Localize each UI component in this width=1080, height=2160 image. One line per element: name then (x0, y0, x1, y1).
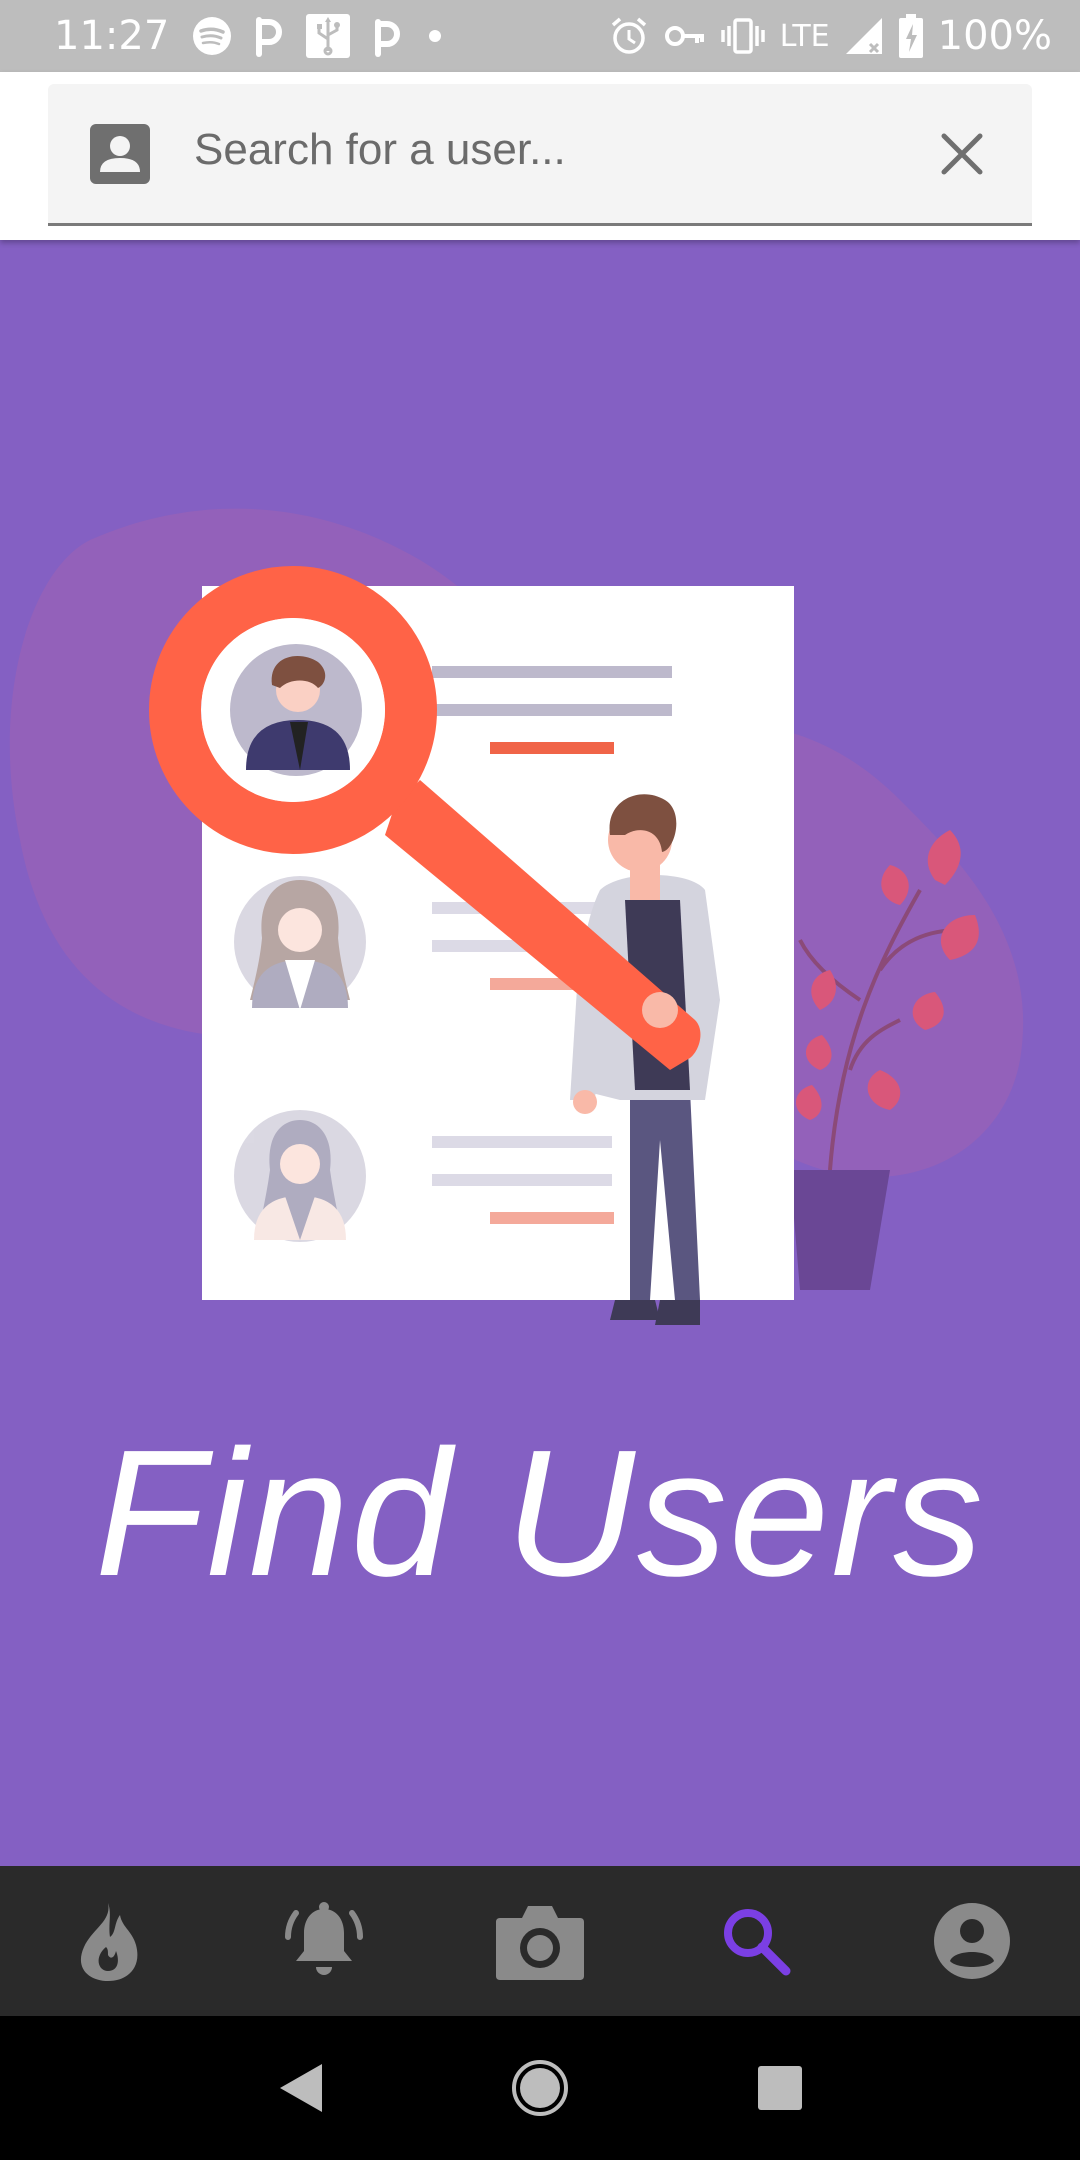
vibrate-icon (720, 16, 766, 56)
alarm-icon (608, 15, 650, 57)
nav-item-fire[interactable] (53, 1886, 163, 1996)
user-avatar-1 (230, 644, 362, 776)
find-users-screen: 11:27 LTE 100% Search for a user... Find… (0, 0, 1080, 2160)
p-app-icon (369, 14, 405, 58)
status-right-icons: LTE 100% (608, 13, 1052, 59)
user-avatar-3 (234, 1110, 366, 1242)
usb-icon (305, 13, 351, 59)
status-time: 11:27 (54, 13, 170, 59)
account-icon (934, 1903, 1010, 1979)
home-icon (512, 2060, 568, 2116)
network-type: LTE (779, 18, 830, 54)
spotify-icon (191, 15, 233, 57)
fire-icon (80, 1903, 138, 1981)
system-navigation-bar (0, 2016, 1080, 2160)
close-icon[interactable] (934, 126, 990, 182)
search-box[interactable] (48, 84, 1032, 226)
lte-signal-icon (844, 16, 884, 56)
bottom-navigation (0, 1866, 1080, 2016)
battery-percentage: 100% (937, 13, 1052, 59)
nav-item-notifications[interactable] (269, 1886, 379, 1996)
user-avatar-2 (234, 876, 366, 1010)
status-left-icons (191, 13, 447, 59)
recents-icon (758, 2066, 802, 2110)
nav-item-search[interactable] (701, 1886, 811, 1996)
back-icon (280, 2064, 322, 2112)
search-icon (724, 1909, 791, 1976)
nav-item-camera[interactable] (485, 1886, 595, 1996)
p-app-icon (251, 14, 287, 58)
search-header (0, 72, 1080, 240)
bell-icon (285, 1902, 363, 1975)
search-input[interactable] (192, 114, 936, 186)
nav-item-profile[interactable] (917, 1886, 1027, 1996)
page-title: Find Users (94, 1413, 986, 1614)
key-icon (664, 21, 706, 51)
find-users-illustration (9, 508, 1024, 1325)
battery-charging-icon (898, 14, 924, 58)
camera-icon (496, 1906, 584, 1980)
contact-icon (88, 122, 152, 186)
recents-button[interactable] (740, 2048, 820, 2128)
dot-icon (423, 24, 447, 48)
home-button[interactable] (500, 2048, 580, 2128)
back-button[interactable] (260, 2048, 340, 2128)
status-bar: 11:27 LTE 100% (0, 0, 1080, 72)
